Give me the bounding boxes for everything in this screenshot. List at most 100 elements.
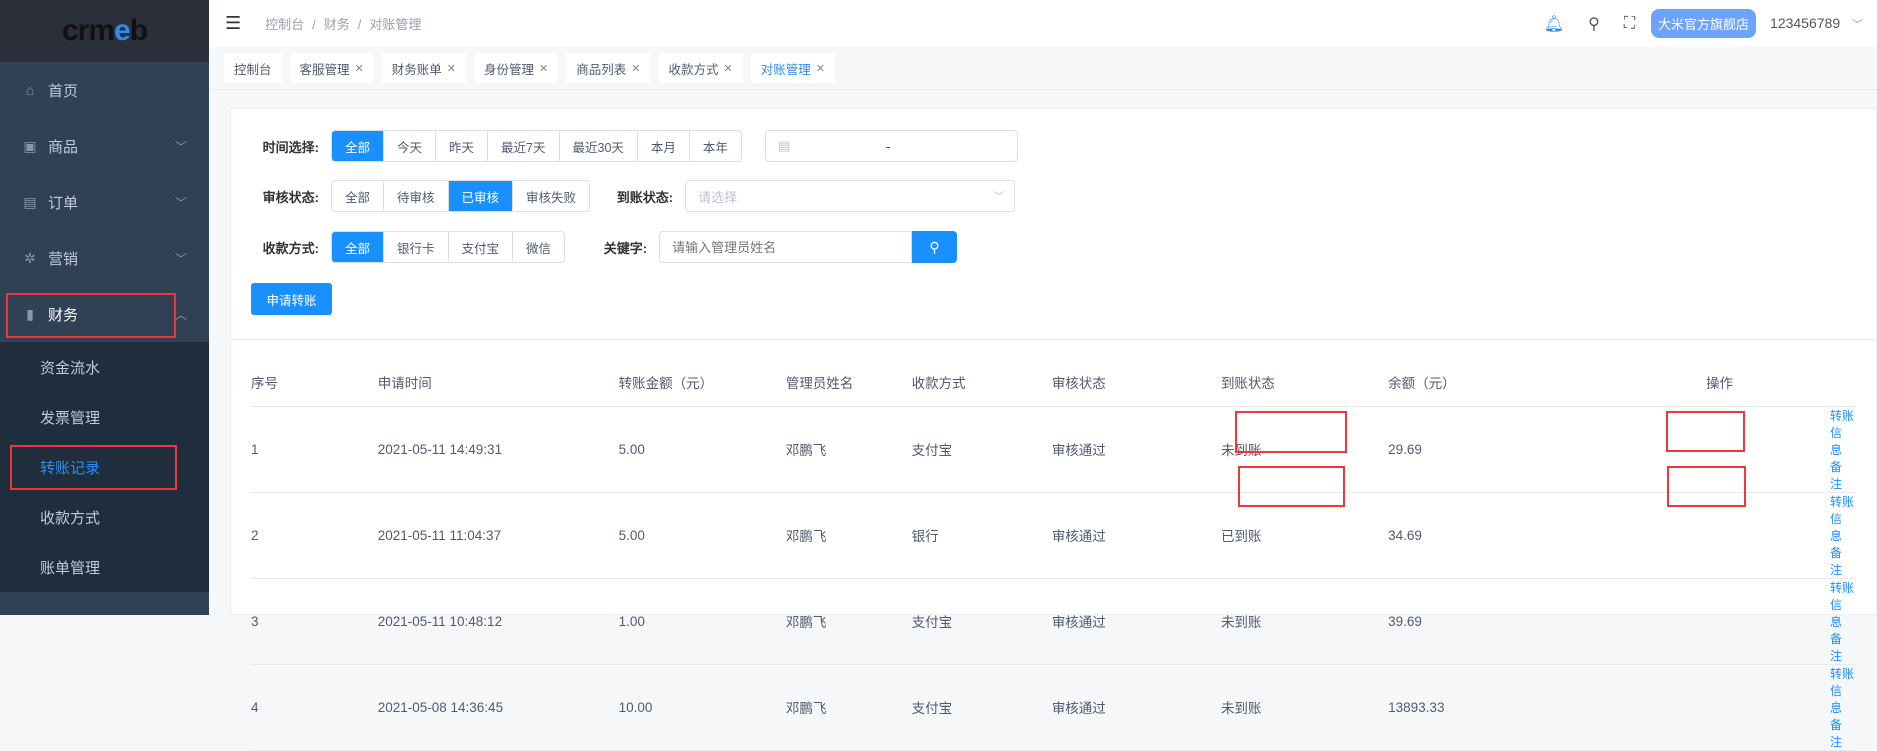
cell-balance: 13893.33 xyxy=(1388,664,1583,751)
note-link[interactable]: 备注 xyxy=(1830,460,1842,491)
time-option-7days[interactable]: 最近7天 xyxy=(487,131,558,161)
sidebar-item-label: 财务 xyxy=(48,306,79,324)
logo[interactable]: crm e b xyxy=(0,0,209,62)
sidebar-subitem-invoice[interactable]: 发票管理 xyxy=(0,392,209,442)
note-link[interactable]: 备注 xyxy=(1830,718,1842,749)
sidebar-item-products[interactable]: ▣ 商品 ﹀ xyxy=(0,118,209,174)
bag-icon: ▣ xyxy=(23,137,37,154)
divider xyxy=(231,339,1876,340)
cell-actions: 转账信息备注 xyxy=(1582,406,1856,493)
audit-option-approved[interactable]: 已审核 xyxy=(447,181,513,211)
sidebar-item-home[interactable]: ⌂ 首页 xyxy=(0,62,209,118)
tab-product-list[interactable]: 商品列表 ✕ xyxy=(566,53,651,83)
keyword-input[interactable] xyxy=(659,231,913,263)
cell-admin: 邓鹏飞 xyxy=(785,664,912,751)
transfer-info-link[interactable]: 转账信息 xyxy=(1830,667,1854,715)
chevron-down-icon: ﹀ xyxy=(174,251,187,266)
tab-customer-service[interactable]: 客服管理 ✕ xyxy=(289,53,374,83)
chevron-up-icon: ︿ xyxy=(174,307,187,322)
cell-admin: 邓鹏飞 xyxy=(785,492,912,579)
search-icon[interactable]: ⚲ xyxy=(1588,14,1600,34)
user-menu[interactable]: 123456789 ﹀ xyxy=(1770,15,1863,32)
time-filter-group: 全部 今天 昨天 最近7天 最近30天 本月 本年 xyxy=(331,130,742,162)
menu-collapse-icon[interactable]: ☰ xyxy=(225,13,241,34)
select-placeholder: 请选择 xyxy=(698,189,738,205)
transfer-table: 序号 申请时间 转账金额（元） 管理员姓名 收款方式 审核状态 到账状态 余额（… xyxy=(251,359,1856,751)
date-separator: - xyxy=(885,138,891,154)
method-option-all[interactable]: 全部 xyxy=(332,232,384,262)
close-icon[interactable]: ✕ xyxy=(355,62,364,75)
tab-label: 身份管理 xyxy=(483,62,534,77)
tab-reconciliation[interactable]: 对账管理 ✕ xyxy=(750,53,835,83)
tab-finance-bills[interactable]: 财务账单 ✕ xyxy=(381,53,466,83)
tab-label: 收款方式 xyxy=(668,62,719,77)
sidebar-item-label: 首页 xyxy=(48,82,79,100)
close-icon[interactable]: ✕ xyxy=(816,62,825,75)
cell-audit: 审核通过 xyxy=(1051,578,1221,665)
keyword-label: 关键字: xyxy=(603,240,648,256)
date-range-picker[interactable]: ▤ - xyxy=(764,130,1018,162)
time-option-today[interactable]: 今天 xyxy=(383,131,435,161)
cell-method: 支付宝 xyxy=(911,406,1052,493)
chevron-down-icon: ﹀ xyxy=(993,191,1005,203)
cell-time: 2021-05-08 14:36:45 xyxy=(377,664,619,751)
sidebar-subitem-cash-flow[interactable]: 资金流水 xyxy=(0,342,209,392)
audit-option-failed[interactable]: 审核失败 xyxy=(512,181,589,211)
time-option-month[interactable]: 本月 xyxy=(636,131,689,161)
keyword-search: ⚲ xyxy=(659,231,958,263)
arrival-status-select[interactable]: 请选择 ﹀ xyxy=(685,180,1016,212)
close-icon[interactable]: ✕ xyxy=(539,62,548,75)
note-link[interactable]: 备注 xyxy=(1830,546,1842,577)
close-icon[interactable]: ✕ xyxy=(723,62,732,75)
cell-amount: 10.00 xyxy=(618,664,786,751)
sidebar-subitem-transfer-records[interactable]: 转账记录 xyxy=(0,442,209,492)
sidebar: crm e b ⌂ 首页 ▣ 商品 ﹀ ▤ 订单 ﹀ ✲ 营销 ﹀ ▮ 财务 ︿ 资金流水 发票管理 … xyxy=(0,0,209,615)
chevron-down-icon: ﹀ xyxy=(1852,19,1863,31)
cell-audit: 审核通过 xyxy=(1051,664,1221,751)
audit-option-all[interactable]: 全部 xyxy=(332,181,383,211)
method-option-alipay[interactable]: 支付宝 xyxy=(447,232,513,262)
sidebar-item-marketing[interactable]: ✲ 营销 ﹀ xyxy=(0,230,209,286)
close-icon[interactable]: ✕ xyxy=(631,62,640,75)
col-time: 申请时间 xyxy=(377,359,619,407)
clipboard-icon: ▤ xyxy=(23,193,37,210)
transfer-info-link[interactable]: 转账信息 xyxy=(1830,581,1854,629)
table-row: 3 2021-05-11 10:48:12 1.00 邓鹏飞 支付宝 审核通过 未到账 39.… xyxy=(251,578,1856,665)
sidebar-item-finance[interactable]: ▮ 财务 ︿ xyxy=(0,286,209,342)
sidebar-subitem-bills[interactable]: 账单管理 xyxy=(0,542,209,592)
sidebar-subitem-payment-methods[interactable]: 收款方式 xyxy=(0,492,209,542)
note-link[interactable]: 备注 xyxy=(1830,632,1842,663)
time-option-all[interactable]: 全部 xyxy=(332,131,384,161)
breadcrumb-item[interactable]: 控制台 xyxy=(265,17,304,32)
time-option-yesterday[interactable]: 昨天 xyxy=(435,131,487,161)
apply-transfer-button[interactable]: 申请转账 xyxy=(251,283,332,315)
time-option-30days[interactable]: 最近30天 xyxy=(558,131,637,161)
transfer-info-link[interactable]: 转账信息 xyxy=(1830,495,1854,543)
search-button[interactable]: ⚲ xyxy=(912,231,958,263)
breadcrumb-item[interactable]: 财务 xyxy=(324,17,350,32)
tab-payment-methods[interactable]: 收款方式 ✕ xyxy=(658,53,743,83)
cell-audit: 审核通过 xyxy=(1051,406,1221,493)
shop-badge[interactable]: 大米官方旗舰店 xyxy=(1651,9,1757,38)
cell-amount: 5.00 xyxy=(618,406,786,493)
tab-identity[interactable]: 身份管理 ✕ xyxy=(473,53,559,83)
fullscreen-icon[interactable]: ⛶ xyxy=(1624,15,1635,33)
close-icon[interactable]: ✕ xyxy=(447,62,456,75)
tab-label: 对账管理 xyxy=(760,62,811,77)
table-row: 1 2021-05-11 14:49:31 5.00 邓鹏飞 支付宝 审核通过 未到账 29.… xyxy=(251,406,1856,493)
cell-arrival: 未到账 xyxy=(1220,664,1389,751)
time-filter-row: 时间选择: 全部 今天 昨天 最近7天 最近30天 本月 本年 ▤ - xyxy=(231,130,1018,162)
breadcrumb: 控制台 / 财务 / 对账管理 xyxy=(265,17,422,32)
time-option-year[interactable]: 本年 xyxy=(688,131,741,161)
transfer-info-link[interactable]: 转账信息 xyxy=(1830,409,1854,457)
chevron-down-icon: ﹀ xyxy=(174,195,187,210)
bell-icon[interactable]: 🔔︎ xyxy=(1544,14,1564,34)
cell-admin: 邓鹏飞 xyxy=(785,406,912,493)
sidebar-item-orders[interactable]: ▤ 订单 ﹀ xyxy=(0,174,209,230)
cell-arrival: 已到账 xyxy=(1220,492,1389,579)
method-option-bank[interactable]: 银行卡 xyxy=(383,232,448,262)
method-option-wechat[interactable]: 微信 xyxy=(512,232,564,262)
chevron-down-icon: ﹀ xyxy=(174,139,187,154)
audit-option-pending[interactable]: 待审核 xyxy=(383,181,448,211)
tab-dashboard[interactable]: 控制台 xyxy=(224,53,282,83)
